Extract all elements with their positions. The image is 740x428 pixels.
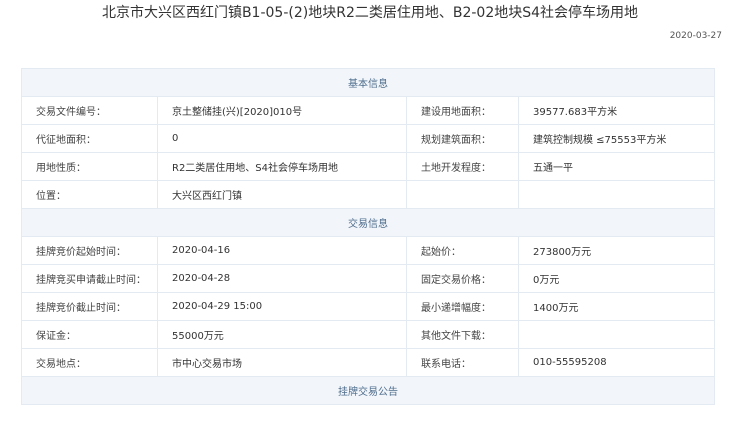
row-label: 交易地点： — [21, 348, 158, 377]
row-value: 大兴区西红门镇 — [157, 180, 407, 209]
section-title-trade: 交易信息 — [21, 208, 715, 237]
row-label: 用地性质： — [21, 152, 158, 181]
row-value: 市中心交易市场 — [157, 348, 407, 377]
row-value: 273800万元 — [518, 236, 715, 265]
other-files-download[interactable] — [518, 320, 715, 349]
row-value: 2020-04-28 — [157, 264, 407, 293]
row-label: 最小递增幅度： — [406, 292, 519, 321]
row-value: 010-55595208 — [518, 348, 715, 377]
row-value: 39577.683平方米 — [518, 96, 715, 125]
table-row: 保证金： 55000万元 其他文件下载： — [21, 320, 715, 349]
row-value: 建筑控制规模 ≤75553平方米 — [518, 124, 715, 153]
row-value: 55000万元 — [157, 320, 407, 349]
table-row: 位置： 大兴区西红门镇 — [21, 180, 715, 209]
row-label: 保证金： — [21, 320, 158, 349]
row-label: 代征地面积： — [21, 124, 158, 153]
land-info-table: 基本信息 交易文件编号： 京土整储挂(兴)[2020]010号 建设用地面积： … — [21, 68, 715, 405]
row-label — [406, 180, 519, 209]
table-row: 挂牌竞买申请截止时间： 2020-04-28 固定交易价格： 0万元 — [21, 264, 715, 293]
row-label: 建设用地面积： — [406, 96, 519, 125]
page-title: 北京市大兴区西红门镇B1-05-(2)地块R2二类居住用地、B2-02地块S4社… — [101, 5, 639, 21]
table-row: 交易文件编号： 京土整储挂(兴)[2020]010号 建设用地面积： 39577… — [21, 96, 715, 125]
table-row: 用地性质： R2二类居住用地、S4社会停车场用地 土地开发程度： 五通一平 — [21, 152, 715, 181]
row-value — [518, 180, 715, 209]
row-label: 挂牌竞价截止时间： — [21, 292, 158, 321]
row-label: 起始价： — [406, 236, 519, 265]
row-value: 0万元 — [518, 264, 715, 293]
table-row: 交易地点： 市中心交易市场 联系电话： 010-55595208 — [21, 348, 715, 377]
row-value: 1400万元 — [518, 292, 715, 321]
row-label: 挂牌竞买申请截止时间： — [21, 264, 158, 293]
row-label: 位置： — [21, 180, 158, 209]
row-label: 挂牌竞价起始时间： — [21, 236, 158, 265]
section-header-notice: 挂牌交易公告 — [21, 376, 715, 405]
table-row: 代征地面积： 0 规划建筑面积： 建筑控制规模 ≤75553平方米 — [21, 124, 715, 153]
row-value: 0 — [157, 124, 407, 153]
section-title-basic: 基本信息 — [21, 68, 715, 97]
section-header-basic: 基本信息 — [21, 68, 715, 97]
row-value: 2020-04-16 — [157, 236, 407, 265]
row-label: 交易文件编号： — [21, 96, 158, 125]
section-header-trade: 交易信息 — [21, 208, 715, 237]
row-value: R2二类居住用地、S4社会停车场用地 — [157, 152, 407, 181]
row-value: 五通一平 — [518, 152, 715, 181]
row-label: 联系电话： — [406, 348, 519, 377]
row-value: 京土整储挂(兴)[2020]010号 — [157, 96, 407, 125]
row-label: 规划建筑面积： — [406, 124, 519, 153]
table-row: 挂牌竞价截止时间： 2020-04-29 15:00 最小递增幅度： 1400万… — [21, 292, 715, 321]
row-label: 其他文件下载： — [406, 320, 519, 349]
row-value: 2020-04-29 15:00 — [157, 292, 407, 321]
table-row: 挂牌竞价起始时间： 2020-04-16 起始价： 273800万元 — [21, 236, 715, 265]
section-title-notice: 挂牌交易公告 — [21, 376, 715, 405]
row-label: 固定交易价格： — [406, 264, 519, 293]
row-label: 土地开发程度： — [406, 152, 519, 181]
publish-date: 2020-03-27 — [669, 31, 722, 41]
